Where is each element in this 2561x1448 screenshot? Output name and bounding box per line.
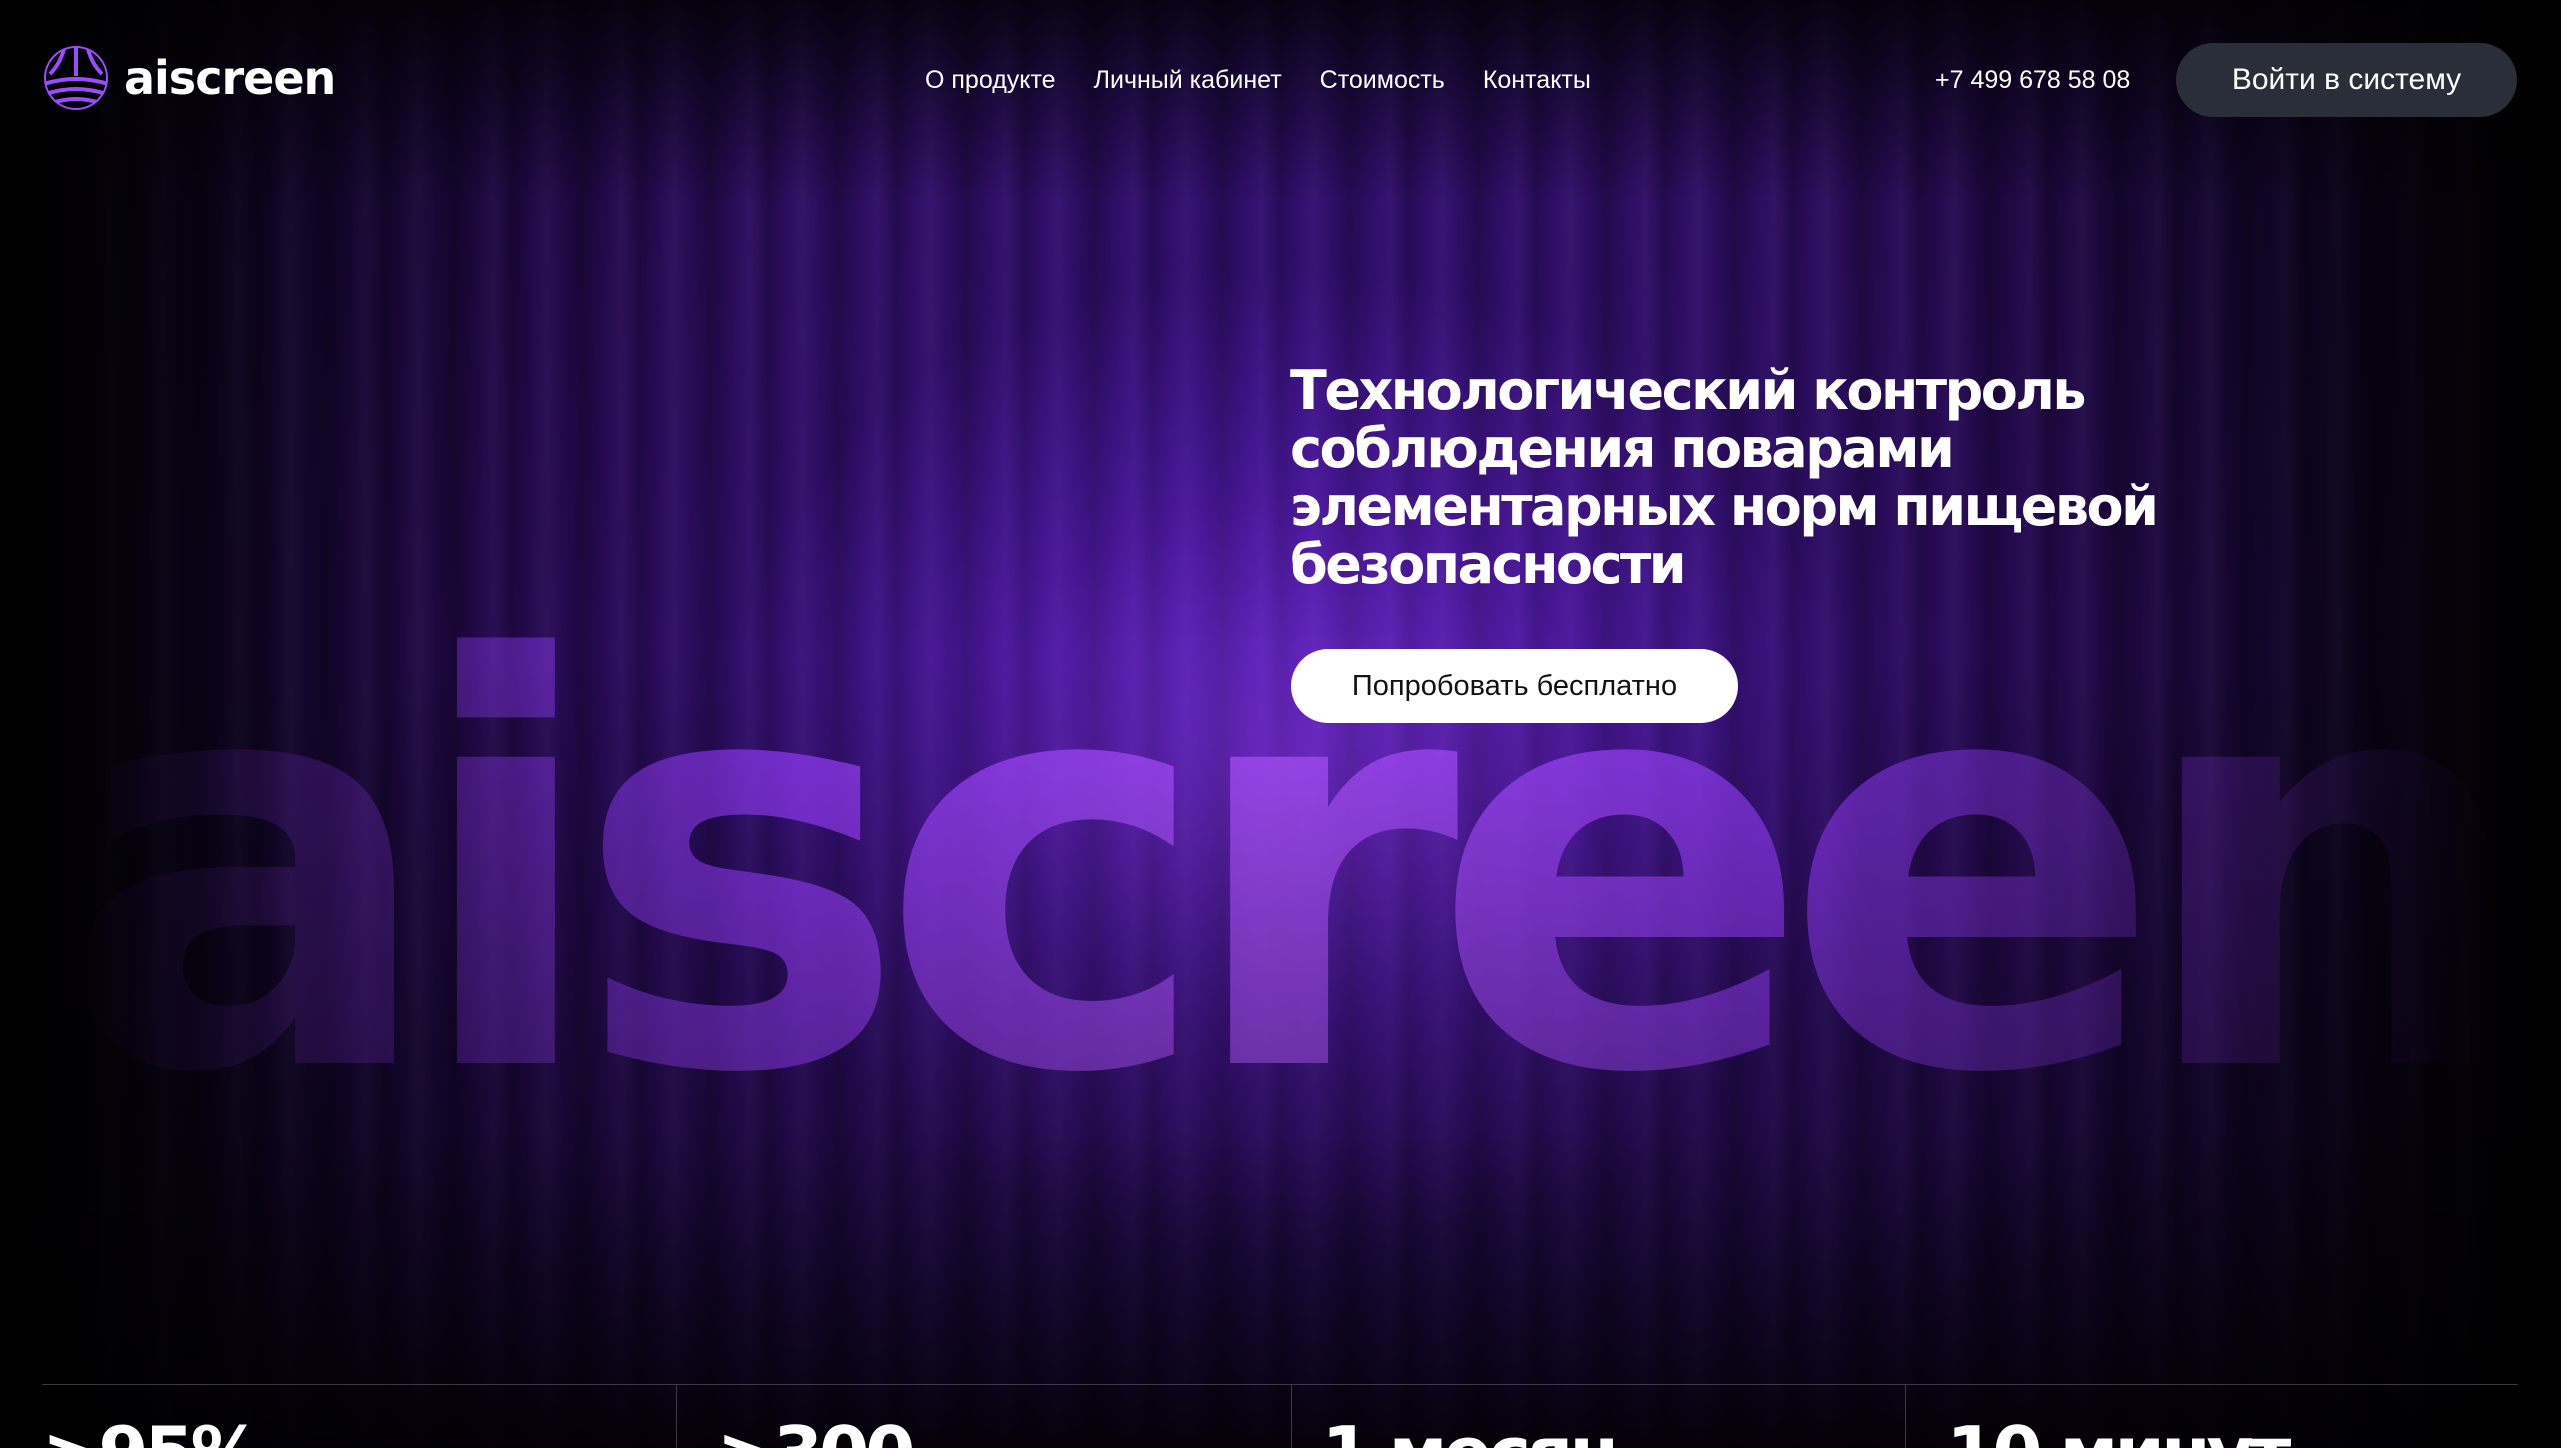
globe-stripes-icon: [44, 46, 108, 110]
stats-row: >95% >300 1 месяц 10 минут: [42, 1385, 2518, 1448]
stat-value: 10 минут: [1946, 1413, 2291, 1448]
brand-logo[interactable]: aiscreen: [42, 44, 336, 112]
phone-link[interactable]: +7 499 678 58 08: [1935, 62, 2130, 98]
nav-item-contacts[interactable]: Контакты: [1483, 62, 1591, 98]
nav-item-pricing[interactable]: Стоимость: [1320, 62, 1445, 98]
background-vignette: [0, 0, 2561, 1448]
stat-item: 10 минут: [1905, 1385, 2518, 1448]
hero-title: Технологический контроль соблюдения пова…: [1290, 359, 2159, 596]
stat-item: 1 месяц: [1290, 1385, 1906, 1448]
stat-item: >95%: [42, 1385, 676, 1448]
stat-value: 1 месяц: [1322, 1413, 1623, 1448]
nav-item-about[interactable]: О продукте: [925, 62, 1056, 98]
try-free-button[interactable]: Попробовать бесплатно: [1291, 649, 1738, 723]
main-nav: О продукте Личный кабинет Стоимость Конт…: [925, 62, 1591, 98]
site-header: aiscreen О продукте Личный кабинет Стоим…: [0, 0, 2561, 160]
stat-value: >300: [717, 1413, 916, 1448]
brand-name: aiscreen: [124, 51, 336, 105]
nav-item-account[interactable]: Личный кабинет: [1094, 62, 1282, 98]
landing-page: aiscreen aiscreen О продукт: [0, 0, 2561, 1448]
stat-value: >95%: [42, 1413, 263, 1448]
stat-item: >300: [675, 1385, 1291, 1448]
login-button[interactable]: Войти в систему: [2176, 43, 2517, 117]
